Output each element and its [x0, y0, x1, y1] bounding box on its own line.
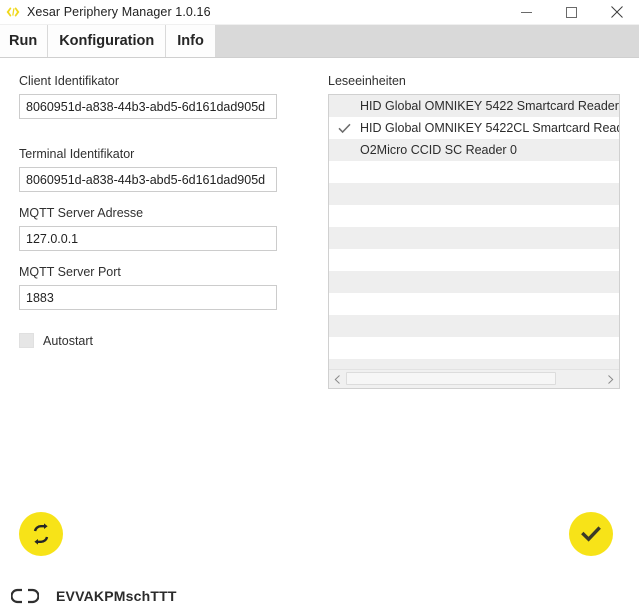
tab-info[interactable]: Info: [166, 25, 216, 57]
scroll-left-button[interactable]: [329, 370, 346, 388]
list-item[interactable]: HID Global OMNIKEY 5422CL Smartcard Read…: [329, 117, 619, 139]
list-item[interactable]: HID Global OMNIKEY 5422 Smartcard Reader: [329, 95, 619, 117]
tab-konfiguration[interactable]: Konfiguration: [48, 25, 167, 57]
list-item-label: HID Global OMNIKEY 5422CL Smartcard Read…: [360, 121, 619, 135]
tab-run[interactable]: Run: [0, 25, 49, 57]
client-identifier-label: Client Identifikator: [19, 74, 120, 88]
reader-check-slot: [329, 123, 360, 134]
readers-panel: Leseeinheiten HID Global OMNIKEY 5422 Sm…: [328, 74, 620, 389]
configuration-form: Client Identifikator Terminal Identifika…: [19, 74, 277, 348]
autostart-checkbox-row[interactable]: Autostart: [19, 333, 277, 348]
list-item-empty: [329, 337, 619, 359]
maximize-icon: [566, 6, 577, 18]
readers-label: Leseeinheiten: [328, 74, 406, 88]
autostart-label: Autostart: [43, 333, 94, 348]
list-item-empty: [329, 227, 619, 249]
list-item-empty: [329, 161, 619, 183]
list-item-empty: [329, 359, 619, 369]
tab-konfiguration-label: Konfiguration: [59, 33, 155, 49]
scrollbar-track[interactable]: [346, 370, 602, 388]
mqtt-server-address-field: MQTT Server Adresse: [19, 206, 277, 251]
check-icon: [338, 123, 351, 133]
scroll-right-button[interactable]: [602, 370, 619, 388]
list-item-empty: [329, 249, 619, 271]
readers-list[interactable]: HID Global OMNIKEY 5422 Smartcard Reader…: [329, 95, 619, 369]
autostart-checkbox[interactable]: [19, 333, 34, 348]
list-item-label: HID Global OMNIKEY 5422 Smartcard Reader: [360, 99, 619, 113]
terminal-identifier-field: Terminal Identifikator: [19, 147, 277, 192]
list-item-label: O2Micro CCID SC Reader 0: [360, 143, 517, 157]
main-content: Client Identifikator Terminal Identifika…: [0, 58, 639, 604]
client-identifier-field: Client Identifikator: [19, 74, 277, 119]
mqtt-server-port-input[interactable]: [19, 285, 277, 310]
list-item-empty: [329, 271, 619, 293]
tab-run-label: Run: [9, 33, 38, 49]
check-icon: [581, 526, 601, 542]
scrollbar-thumb[interactable]: [346, 372, 556, 385]
chevron-left-icon: [334, 374, 340, 384]
mqtt-server-port-label: MQTT Server Port: [19, 265, 121, 279]
list-item[interactable]: O2Micro CCID SC Reader 0: [329, 139, 619, 161]
refresh-icon: [33, 523, 49, 545]
title-bar: Xesar Periphery Manager 1.0.16: [0, 0, 639, 25]
confirm-button[interactable]: [569, 512, 613, 556]
tab-bar: Run Konfiguration Info: [0, 25, 639, 58]
connection-status: EVVAKPMschTTT: [10, 588, 177, 604]
broken-link-icon: [11, 588, 39, 604]
list-item-empty: [329, 293, 619, 315]
horizontal-scrollbar[interactable]: [329, 369, 619, 388]
maximize-button[interactable]: [549, 0, 594, 24]
close-icon: [610, 6, 623, 18]
minimize-button[interactable]: [504, 0, 549, 24]
mqtt-server-port-field: MQTT Server Port: [19, 265, 277, 310]
close-button[interactable]: [594, 0, 639, 24]
xesar-arrows-icon: [6, 7, 20, 17]
list-item-empty: [329, 315, 619, 337]
window-title: Xesar Periphery Manager 1.0.16: [27, 5, 211, 19]
minimize-icon: [521, 11, 532, 13]
readers-list-box: HID Global OMNIKEY 5422 Smartcard Reader…: [328, 94, 620, 389]
window-controls: [504, 0, 639, 24]
chevron-right-icon: [608, 374, 614, 384]
terminal-identifier-input[interactable]: [19, 167, 277, 192]
mqtt-server-address-input[interactable]: [19, 226, 277, 251]
status-icon-slot: [10, 588, 40, 604]
list-item-empty: [329, 183, 619, 205]
list-item-empty: [329, 205, 619, 227]
mqtt-server-address-label: MQTT Server Adresse: [19, 206, 144, 220]
refresh-button[interactable]: [19, 512, 63, 556]
terminal-identifier-label: Terminal Identifikator: [19, 147, 135, 161]
tab-info-label: Info: [177, 33, 204, 49]
connection-status-text: EVVAKPMschTTT: [56, 588, 177, 604]
client-identifier-input[interactable]: [19, 94, 277, 119]
